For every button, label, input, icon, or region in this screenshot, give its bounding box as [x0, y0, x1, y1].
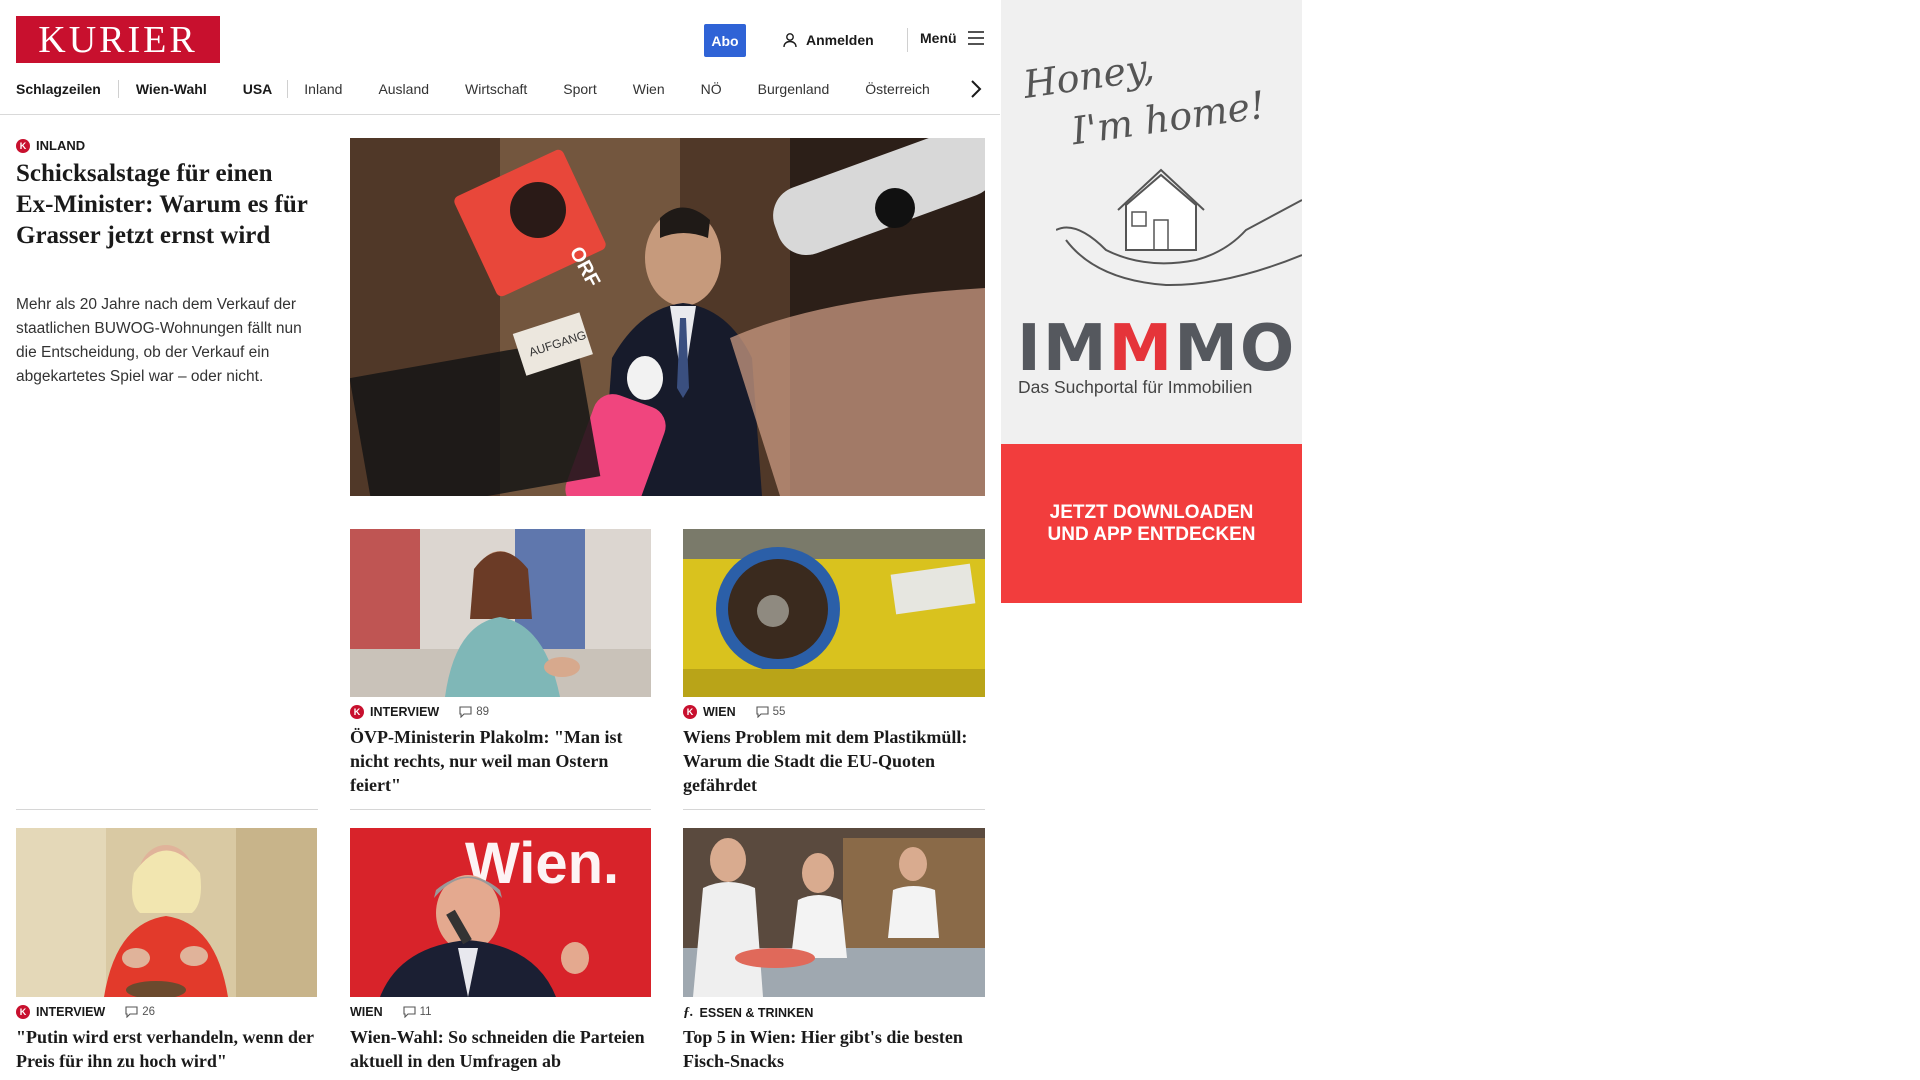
- nav-divider: [117, 80, 119, 98]
- comment-count-value: 11: [419, 1006, 432, 1018]
- kurier-logo[interactable]: KURIER: [16, 16, 220, 63]
- lead-headline[interactable]: Schicksalstage für einen Ex-Minister: Wa…: [16, 158, 316, 251]
- ad-illustration-area: Honey, I'm home! IMMMO Das Suchportal fü…: [1001, 0, 1302, 444]
- lead-kicker[interactable]: K INLAND: [16, 138, 85, 153]
- comment-icon: [756, 706, 769, 718]
- hamburger-icon: [967, 31, 984, 45]
- comment-count-value: 89: [476, 706, 490, 718]
- lead-kicker-label: INLAND: [36, 138, 86, 153]
- comment-count[interactable]: 11: [403, 1006, 432, 1018]
- header-divider: [907, 28, 908, 52]
- ad-brand-pre: IM: [1017, 312, 1109, 386]
- card-divider: [683, 809, 985, 810]
- comment-icon: [403, 1006, 416, 1018]
- card-image-plakolm[interactable]: [350, 529, 651, 697]
- card-kicker: ESSEN & TRINKEN: [699, 1006, 814, 1020]
- ad-tagline: Das Suchportal für Immobilien: [1018, 377, 1253, 397]
- comment-count[interactable]: 55: [756, 706, 786, 718]
- immmo-logo: IMMMO: [1017, 312, 1296, 386]
- ad-brand-accent: M: [1108, 312, 1175, 386]
- card-kicker: WIEN: [703, 705, 736, 719]
- abo-button[interactable]: Abo: [704, 24, 746, 57]
- nav-item-schlagzeilen[interactable]: Schlagzeilen: [16, 81, 101, 97]
- interview-photo: [16, 828, 317, 997]
- nav-item-sport[interactable]: Sport: [563, 81, 596, 97]
- card-image-fisch[interactable]: [683, 828, 985, 997]
- nav-divider: [287, 80, 289, 98]
- login-button[interactable]: Anmelden: [782, 30, 874, 50]
- login-label: Anmelden: [806, 32, 874, 48]
- house-in-hand-icon: [1056, 168, 1302, 287]
- lead-hero-image[interactable]: AUFGANG ORF: [350, 138, 985, 496]
- nav-item-wien-wahl[interactable]: Wien-Wahl: [136, 81, 207, 97]
- card-meta[interactable]: WIEN 11: [350, 1005, 432, 1019]
- nav-item-wien[interactable]: Wien: [633, 81, 665, 97]
- ad-cta-label: JETZT DOWNLOADEN UND APP ENTDECKEN: [1047, 501, 1256, 545]
- nav-item-burgenland[interactable]: Burgenland: [758, 81, 830, 97]
- kurier-k-icon: K: [16, 138, 30, 153]
- comment-count-value: 55: [772, 706, 786, 718]
- card-meta[interactable]: ƒ. ESSEN & TRINKEN: [683, 1005, 813, 1021]
- comment-count[interactable]: 26: [125, 1006, 155, 1018]
- press-scrum-photo: AUFGANG ORF: [350, 138, 985, 496]
- card-image-plastic[interactable]: [683, 529, 985, 697]
- card-kicker: WIEN: [350, 1005, 383, 1019]
- nav-item-oesterreich[interactable]: Österreich: [865, 81, 930, 97]
- kurier-k-icon: K: [683, 705, 697, 719]
- card-meta[interactable]: K INTERVIEW 89: [350, 705, 489, 719]
- fork-icon: ƒ.: [683, 1005, 694, 1020]
- card-headline[interactable]: ÖVP-Ministerin Plakolm: "Man ist nicht r…: [350, 725, 651, 797]
- fish-shop-photo: [683, 828, 985, 997]
- nav-item-usa[interactable]: USA: [243, 81, 273, 97]
- ad-script-line1: Honey,: [1020, 45, 1157, 107]
- user-icon: [783, 33, 797, 48]
- card-image-interview[interactable]: [16, 828, 317, 997]
- politician-photo: Wien.: [350, 828, 651, 997]
- kurier-k-icon: K: [350, 705, 364, 719]
- immmo-ad-banner[interactable]: Honey, I'm home! IMMMO Das Suchportal fü…: [1001, 0, 1302, 603]
- nav-item-inland[interactable]: Inland: [304, 81, 342, 97]
- card-meta[interactable]: K WIEN 55: [683, 705, 785, 719]
- comment-icon: [125, 1006, 138, 1018]
- menu-button[interactable]: Menü: [920, 30, 985, 46]
- comment-count-value: 26: [142, 1006, 156, 1018]
- nav-item-noe[interactable]: NÖ: [701, 81, 722, 97]
- lead-teaser: Mehr als 20 Jahre nach dem Verkauf der s…: [16, 296, 302, 385]
- card-headline[interactable]: "Putin wird erst verhandeln, wenn der Pr…: [16, 1025, 318, 1073]
- nav-item-ausland[interactable]: Ausland: [378, 81, 429, 97]
- nav-item-wirtschaft[interactable]: Wirtschaft: [465, 81, 527, 97]
- comment-icon: [459, 706, 472, 718]
- recycling-bin-photo: [683, 529, 985, 697]
- chevron-right-icon[interactable]: [968, 78, 984, 100]
- card-kicker: INTERVIEW: [370, 705, 440, 719]
- ad-brand-post: MO: [1174, 312, 1297, 386]
- site-header: KURIER Abo Anmelden Menü Schlagzeilen Wi…: [0, 0, 1000, 115]
- kurier-k-icon: K: [16, 1005, 30, 1019]
- comment-count[interactable]: 89: [459, 706, 489, 718]
- card-headline[interactable]: Wiens Problem mit dem Plastikmüll: Warum…: [683, 725, 985, 797]
- column-divider: [16, 809, 318, 810]
- minister-photo: [350, 529, 651, 697]
- card-divider: [350, 809, 651, 810]
- section-nav: Schlagzeilen Wien-Wahl USA Inland Auslan…: [16, 79, 930, 99]
- menu-label: Menü: [920, 30, 957, 46]
- card-meta[interactable]: K INTERVIEW 26: [16, 1005, 155, 1019]
- card-image-wien-wahl[interactable]: Wien.: [350, 828, 651, 997]
- card-headline[interactable]: Top 5 in Wien: Hier gibt's die besten Fi…: [683, 1025, 985, 1073]
- card-headline[interactable]: Wien-Wahl: So schneiden die Parteien akt…: [350, 1025, 652, 1080]
- ad-cta-button[interactable]: JETZT DOWNLOADEN UND APP ENTDECKEN: [1001, 444, 1302, 603]
- card-kicker: INTERVIEW: [36, 1005, 106, 1019]
